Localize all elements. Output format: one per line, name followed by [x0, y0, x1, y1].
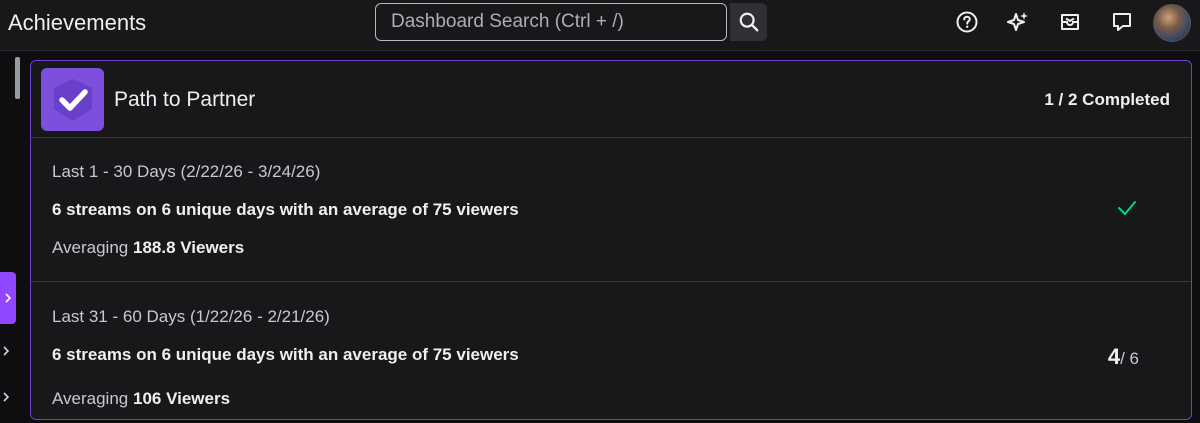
- average-value: 188.8 Viewers: [132, 238, 245, 257]
- sparkle-button[interactable]: [1006, 10, 1030, 34]
- completion-status: 1 / 2 Completed: [1044, 90, 1170, 109]
- sidebar-expand-button[interactable]: [0, 344, 12, 358]
- chevron-right-icon: [5, 293, 12, 303]
- average-text: Averaging 106 Viewers: [52, 389, 230, 409]
- help-icon: [956, 11, 978, 33]
- card-header: Path to Partner 1 / 2 Completed: [31, 61, 1191, 138]
- search-icon: [739, 12, 758, 32]
- top-bar: Achievements: [0, 0, 1200, 51]
- progress-current: 4: [1107, 344, 1121, 369]
- scrollbar[interactable]: [15, 57, 20, 99]
- chevron-right-icon: [3, 346, 10, 356]
- inbox-button[interactable]: [1058, 10, 1082, 34]
- list-item: Last 31 - 60 Days (1/22/26 - 2/21/26) 6 …: [31, 283, 1191, 423]
- sidebar-expand-tab[interactable]: [0, 272, 16, 324]
- period-label: Last 1 - 30 Days (2/22/26 - 3/24/26): [52, 162, 321, 181]
- requirement-text: 6 streams on 6 unique days with an avera…: [52, 345, 519, 364]
- help-button[interactable]: [955, 10, 979, 34]
- chevron-right-icon: [3, 392, 10, 402]
- search-input[interactable]: [375, 3, 727, 41]
- checkmark-icon: [1118, 201, 1136, 215]
- card-title: Path to Partner: [114, 88, 256, 111]
- progress-total: / 6: [1120, 349, 1139, 368]
- badge-check-icon: [53, 78, 92, 121]
- requirement-text: 6 streams on 6 unique days with an avera…: [52, 200, 519, 219]
- average-prefix: Averaging: [52, 238, 129, 257]
- page-title: Achievements: [8, 10, 147, 35]
- achievement-card: Path to Partner 1 / 2 Completed Last 1 -…: [30, 60, 1192, 420]
- period-label: Last 31 - 60 Days (1/22/26 - 2/21/26): [52, 307, 330, 326]
- sparkle-icon: [1007, 12, 1028, 31]
- inbox-icon: [1061, 14, 1079, 30]
- average-text: Averaging 188.8 Viewers: [52, 238, 244, 258]
- average-value: 106 Viewers: [132, 389, 231, 408]
- average-prefix: Averaging: [52, 389, 129, 408]
- whispers-button[interactable]: [1110, 10, 1134, 34]
- achievement-badge: [41, 68, 104, 131]
- search-button[interactable]: [730, 3, 767, 41]
- whispers-icon: [1113, 13, 1131, 31]
- list-item: Last 1 - 30 Days (2/22/26 - 3/24/26) 6 s…: [31, 138, 1191, 282]
- progress-counter: 4/ 6: [1108, 344, 1139, 370]
- avatar[interactable]: [1153, 4, 1191, 42]
- sidebar-expand-button[interactable]: [0, 390, 12, 404]
